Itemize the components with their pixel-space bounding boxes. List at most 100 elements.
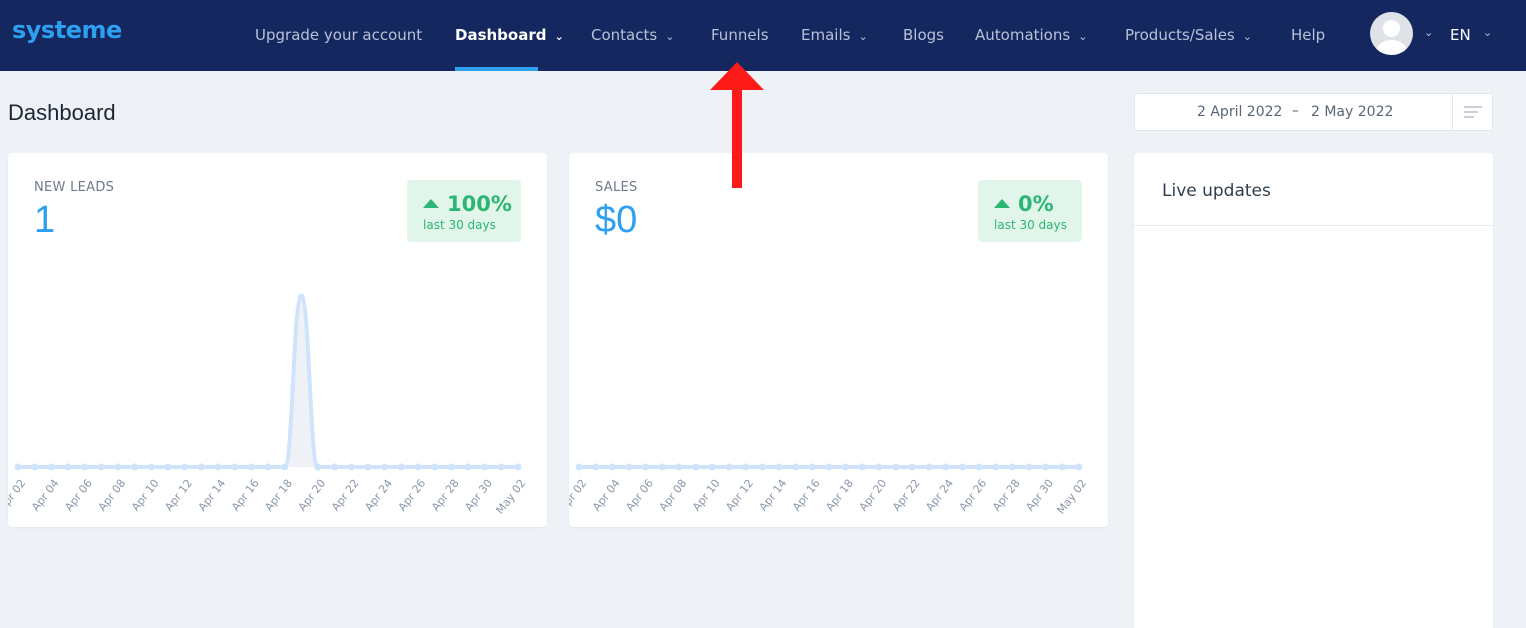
x-tick-label: Apr 12: [723, 477, 756, 514]
data-point[interactable]: [181, 463, 189, 471]
data-point[interactable]: [842, 463, 850, 471]
x-tick-label: May 02: [493, 477, 528, 517]
data-point[interactable]: [447, 463, 455, 471]
x-tick-label: Apr 14: [196, 477, 229, 514]
data-point[interactable]: [414, 463, 422, 471]
sales-card: SALES $0 0% last 30 days Apr 02 Apr 04 Apr…: [569, 153, 1108, 527]
data-point[interactable]: [1042, 463, 1050, 471]
data-point[interactable]: [64, 463, 72, 471]
data-point[interactable]: [992, 463, 1000, 471]
data-point[interactable]: [347, 463, 355, 471]
x-tick-label: Apr 30: [1023, 477, 1056, 514]
red-arrow-annotation: [710, 62, 764, 188]
data-point[interactable]: [775, 463, 783, 471]
data-point[interactable]: [1075, 463, 1083, 471]
data-point[interactable]: [481, 463, 489, 471]
data-point[interactable]: [958, 463, 966, 471]
data-point[interactable]: [464, 463, 472, 471]
data-point[interactable]: [692, 463, 700, 471]
series-line: [18, 294, 518, 469]
data-point[interactable]: [164, 463, 172, 471]
data-point[interactable]: [514, 463, 522, 471]
data-point[interactable]: [908, 463, 916, 471]
data-point[interactable]: [642, 463, 650, 471]
x-tick-label: May 02: [1054, 477, 1089, 517]
data-point[interactable]: [147, 463, 155, 471]
nav-emails[interactable]: Emails ⌄: [801, 0, 868, 71]
nav-upgrade-account-label: Upgrade your account: [255, 26, 423, 44]
data-point[interactable]: [592, 463, 600, 471]
x-tick-label: Apr 22: [890, 477, 923, 514]
systeme-logo[interactable]: systeme: [12, 16, 122, 44]
nav-help[interactable]: Help: [1291, 0, 1325, 71]
data-point[interactable]: [1025, 463, 1033, 471]
data-point[interactable]: [1058, 463, 1066, 471]
data-point[interactable]: [708, 463, 716, 471]
chevron-down-icon[interactable]: ⌄: [1424, 26, 1433, 39]
data-point[interactable]: [942, 463, 950, 471]
filter-icon[interactable]: [1452, 94, 1492, 130]
data-point[interactable]: [14, 463, 22, 471]
data-point[interactable]: [875, 463, 883, 471]
data-point[interactable]: [297, 293, 305, 301]
active-tab-underline: [455, 67, 538, 71]
new-leads-chart: Apr 02 Apr 04 Apr 06 Apr 08 Apr 10 Apr 12 Apr …: [8, 293, 528, 517]
nav-products-sales-label: Products/Sales: [1125, 26, 1235, 44]
page-title: Dashboard: [8, 100, 116, 125]
data-point[interactable]: [725, 463, 733, 471]
live-updates-title: Live updates: [1162, 181, 1271, 201]
data-point[interactable]: [625, 463, 633, 471]
data-point[interactable]: [97, 463, 105, 471]
nav-products-sales[interactable]: Products/Sales ⌄: [1125, 0, 1252, 71]
nav-upgrade-account[interactable]: Upgrade your account: [255, 0, 422, 71]
data-point[interactable]: [314, 463, 322, 471]
data-point[interactable]: [197, 463, 205, 471]
nav-blogs[interactable]: Blogs: [903, 0, 944, 71]
data-point[interactable]: [1008, 463, 1016, 471]
data-point[interactable]: [758, 463, 766, 471]
data-point[interactable]: [331, 463, 339, 471]
data-point[interactable]: [825, 463, 833, 471]
date-range-picker[interactable]: 2 April 2022 – 2 May 2022: [1134, 93, 1493, 131]
data-point[interactable]: [31, 463, 39, 471]
data-point[interactable]: [925, 463, 933, 471]
data-point[interactable]: [281, 463, 289, 471]
data-point[interactable]: [658, 463, 666, 471]
data-point[interactable]: [497, 463, 505, 471]
nav-help-label: Help: [1291, 26, 1326, 44]
data-point[interactable]: [975, 463, 983, 471]
x-tick-label: Apr 28: [990, 477, 1023, 514]
language-selector[interactable]: EN: [1450, 0, 1471, 71]
data-point[interactable]: [214, 463, 222, 471]
data-point[interactable]: [608, 463, 616, 471]
nav-blogs-label: Blogs: [903, 26, 944, 44]
data-point[interactable]: [742, 463, 750, 471]
data-point[interactable]: [431, 463, 439, 471]
chevron-down-icon[interactable]: ⌄: [1483, 26, 1492, 39]
data-point[interactable]: [81, 463, 89, 471]
x-tick-label: Apr 28: [429, 477, 462, 514]
data-point[interactable]: [808, 463, 816, 471]
x-tick-label: Apr 20: [296, 477, 329, 514]
data-point[interactable]: [47, 463, 55, 471]
data-point[interactable]: [131, 463, 139, 471]
data-point[interactable]: [792, 463, 800, 471]
nav-contacts[interactable]: Contacts ⌄: [591, 0, 674, 71]
data-point[interactable]: [675, 463, 683, 471]
data-point[interactable]: [364, 463, 372, 471]
nav-automations[interactable]: Automations ⌄: [975, 0, 1087, 71]
user-avatar[interactable]: [1370, 12, 1413, 55]
data-point[interactable]: [892, 463, 900, 471]
data-point[interactable]: [264, 463, 272, 471]
sales-chart: Apr 02 Apr 04 Apr 06 Apr 08 Apr 10 Apr 12 Apr …: [569, 463, 1089, 517]
x-tick-label: Apr 22: [329, 477, 362, 514]
date-separator: –: [1292, 103, 1299, 119]
data-point[interactable]: [858, 463, 866, 471]
nav-dashboard[interactable]: Dashboard ⌄: [455, 0, 564, 71]
data-point[interactable]: [114, 463, 122, 471]
data-point[interactable]: [397, 463, 405, 471]
data-point[interactable]: [575, 463, 583, 471]
data-point[interactable]: [231, 463, 239, 471]
data-point[interactable]: [381, 463, 389, 471]
data-point[interactable]: [247, 463, 255, 471]
